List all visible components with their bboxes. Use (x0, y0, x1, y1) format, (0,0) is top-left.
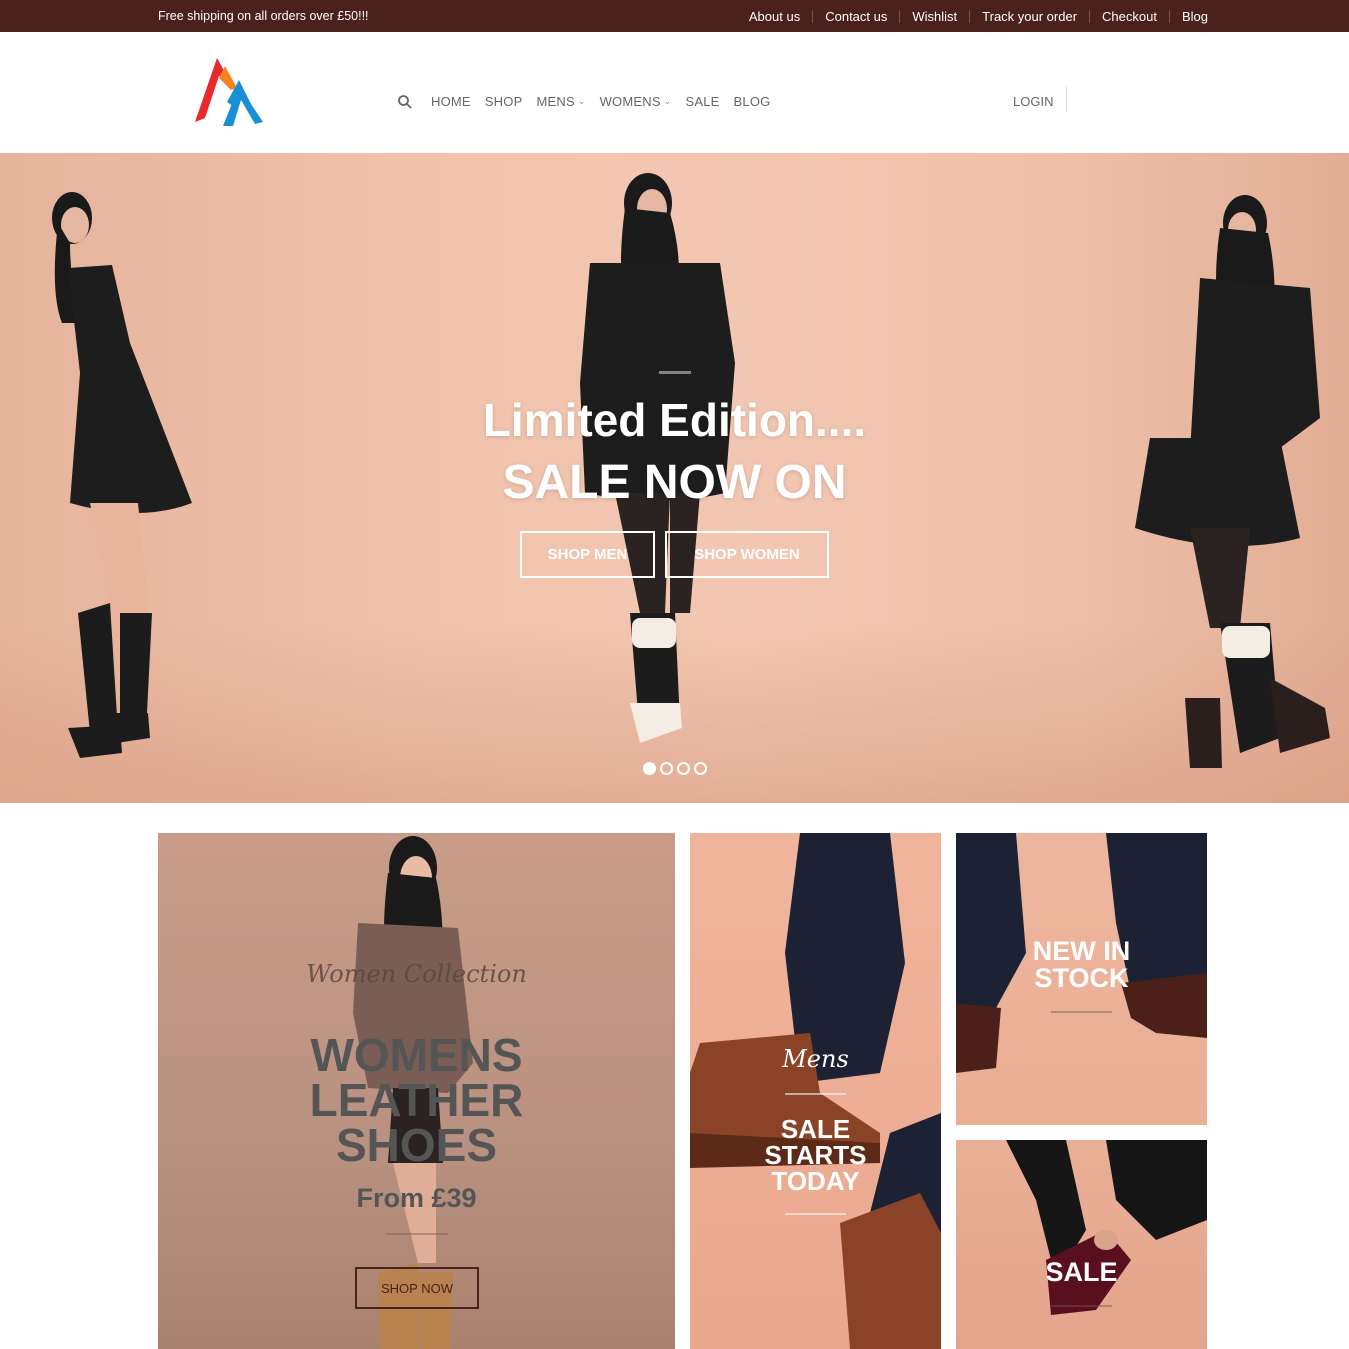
shop-now-button[interactable]: SHOP NOW (355, 1267, 479, 1309)
checkout-link[interactable]: Checkout (1102, 9, 1157, 24)
wishlist-link[interactable]: Wishlist (912, 9, 957, 24)
slider-dot-4[interactable] (694, 762, 707, 775)
nav-shop-label: SHOP (484, 94, 523, 109)
divider (1168, 10, 1170, 23)
new-in-title-line-2: STOCK (1034, 963, 1129, 993)
hero-title: Limited Edition.... (482, 394, 867, 446)
nav-mens-label: MENS (536, 94, 575, 109)
divider (1089, 10, 1091, 23)
nav-home[interactable]: HOME (431, 94, 471, 109)
mens-script: Mens (782, 1045, 849, 1073)
main-nav: HOME SHOP MENS ⌄ WOMENS ⌄ SALE BLOG (431, 94, 784, 109)
mens-sale-tile[interactable]: Mens SALE STARTS TODAY (690, 833, 941, 1349)
nav-home-label: HOME (431, 94, 471, 109)
contact-us-link[interactable]: Contact us (825, 9, 887, 24)
sale-shoes-image (1006, 1140, 1207, 1315)
nav-mens[interactable]: MENS ⌄ (536, 94, 585, 109)
new-in-title-line-1: NEW IN (1032, 936, 1131, 966)
womens-tile-title: WOMENS LEATHER SHOES (158, 1029, 675, 1171)
top-links: About us Contact us Wishlist Track your … (749, 9, 1208, 24)
nav-womens-label: WOMENS (599, 94, 661, 109)
new-in-title: NEW IN STOCK (956, 938, 1207, 992)
login-link[interactable]: LOGIN (1013, 94, 1053, 109)
mens-title-line-2: STARTS (764, 1140, 867, 1170)
womens-tile-divider (386, 1233, 448, 1235)
mens-tile-title: SALE STARTS TODAY (690, 1116, 941, 1194)
hero-divider (659, 371, 691, 374)
about-us-link[interactable]: About us (749, 9, 800, 24)
slider-dot-1[interactable] (643, 762, 656, 775)
womens-title-line-1: WOMENS (310, 1029, 523, 1081)
chevron-down-icon: ⌄ (577, 96, 586, 106)
slider-dot-3[interactable] (677, 762, 690, 775)
womens-collection-script: Women Collection (306, 960, 527, 988)
new-in-divider (1051, 1011, 1112, 1013)
mens-title-line-1: SALE (780, 1114, 851, 1144)
womens-collection-tile[interactable]: Women Collection WOMENS LEATHER SHOES Fr… (158, 833, 675, 1349)
womens-title-line-3: SHOES (335, 1119, 498, 1171)
blog-link[interactable]: Blog (1182, 9, 1208, 24)
track-order-link[interactable]: Track your order (982, 9, 1077, 24)
new-in-stock-tile[interactable]: NEW IN STOCK (956, 833, 1207, 1125)
hero-slider[interactable]: Limited Edition.... SALE NOW ON SHOP MEN… (0, 153, 1349, 803)
mens-divider-bottom (785, 1213, 846, 1215)
slider-dots (643, 762, 711, 775)
womens-title-line-2: LEATHER (309, 1074, 524, 1126)
sale-tile-title: SALE (1045, 1257, 1118, 1287)
free-shipping-promo: Free shipping on all orders over £50!!! (158, 9, 369, 23)
hero-subtitle: SALE NOW ON (502, 456, 847, 509)
nav-sale[interactable]: SALE (685, 94, 719, 109)
nav-blog[interactable]: BLOG (734, 94, 771, 109)
slider-dot-2[interactable] (660, 762, 673, 775)
sale-tile[interactable]: SALE (956, 1140, 1207, 1349)
womens-tile-price: From £39 (356, 1183, 477, 1213)
site-logo[interactable] (193, 56, 265, 128)
mens-title-line-3: TODAY (771, 1166, 860, 1196)
site-header: HOME SHOP MENS ⌄ WOMENS ⌄ SALE BLOG LOGIN (0, 32, 1349, 153)
chevron-down-icon: ⌄ (663, 96, 672, 106)
divider (899, 10, 901, 23)
nav-shop[interactable]: SHOP (485, 94, 523, 109)
nav-sale-label: SALE (685, 94, 720, 109)
header-divider (1066, 86, 1067, 112)
mens-shoes-image (690, 833, 941, 1349)
nav-womens[interactable]: WOMENS ⌄ (600, 94, 672, 109)
sale-divider (1051, 1305, 1112, 1307)
divider (969, 10, 971, 23)
shop-men-button[interactable]: SHOP MEN (520, 531, 655, 578)
mens-divider-top (785, 1093, 846, 1095)
top-bar: Free shipping on all orders over £50!!! … (0, 0, 1349, 32)
shop-women-button[interactable]: SHOP WOMEN (665, 531, 829, 578)
nav-blog-label: BLOG (733, 94, 771, 109)
search-icon[interactable] (397, 94, 413, 110)
divider (812, 10, 814, 23)
